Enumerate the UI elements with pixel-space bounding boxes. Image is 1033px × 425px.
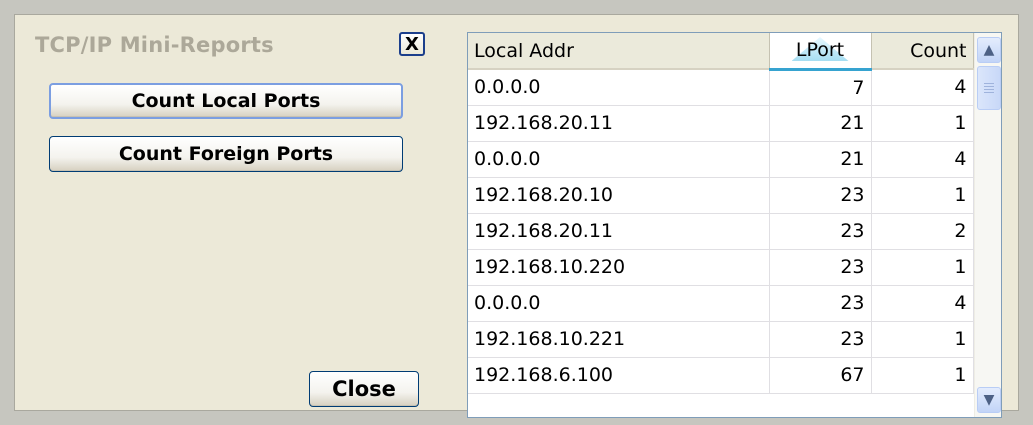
cell-local-addr: 192.168.20.10 (468, 177, 770, 214)
column-header-local-addr[interactable]: Local Addr (468, 33, 770, 70)
cell-local-addr: 192.168.10.220 (468, 249, 770, 286)
close-button[interactable]: Close (309, 371, 419, 407)
table-row[interactable]: 0.0.0.0 7 4 (468, 69, 974, 106)
column-header-count[interactable]: Count (871, 33, 974, 70)
table-row[interactable]: 192.168.20.11 23 2 (468, 213, 974, 250)
count-foreign-ports-button[interactable]: Count Foreign Ports (49, 136, 403, 172)
cell-count: 1 (871, 177, 974, 214)
count-local-ports-button[interactable]: Count Local Ports (49, 83, 403, 119)
ports-grid[interactable]: Local Addr LPort Count 0.0.0.0 7 4 192.168.… (467, 32, 1002, 418)
table-row[interactable]: 0.0.0.0 21 4 (468, 141, 974, 178)
table-row[interactable]: 0.0.0.0 23 4 (468, 285, 974, 322)
chevron-up-icon[interactable]: ▲ (977, 37, 1001, 63)
vertical-scrollbar[interactable]: ▲ ▼ (974, 33, 1001, 417)
table-row[interactable]: 192.168.10.221 23 1 (468, 321, 974, 358)
cell-local-addr: 192.168.10.221 (468, 321, 770, 358)
cell-count: 1 (871, 321, 974, 358)
chevron-down-icon[interactable]: ▼ (977, 387, 1001, 413)
table-row[interactable]: 192.168.6.100 67 1 (468, 357, 974, 394)
cell-local-addr: 0.0.0.0 (468, 141, 770, 178)
cell-count: 1 (871, 105, 974, 142)
cell-lport: 23 (769, 321, 872, 358)
cell-lport: 23 (769, 249, 872, 286)
mini-reports-panel: TCP/IP Mini-Reports X Count Local Ports … (14, 14, 1019, 418)
cell-lport: 21 (769, 141, 872, 178)
cell-lport: 23 (769, 213, 872, 250)
scroll-thumb[interactable] (977, 66, 1001, 110)
panel-title: TCP/IP Mini-Reports (35, 33, 274, 57)
cell-local-addr: 192.168.20.11 (468, 105, 770, 142)
cell-lport: 21 (769, 105, 872, 142)
cell-count: 1 (871, 357, 974, 394)
grip-icon (984, 83, 994, 93)
cell-count: 4 (871, 69, 974, 106)
close-x-button[interactable]: X (399, 32, 425, 56)
cell-count: 1 (871, 249, 974, 286)
window-frame: TCP/IP Mini-Reports X Count Local Ports … (0, 0, 1033, 425)
header-row: Local Addr LPort Count (468, 33, 974, 71)
cell-count: 2 (871, 213, 974, 250)
cell-local-addr: 192.168.6.100 (468, 357, 770, 394)
column-header-lport[interactable]: LPort (769, 33, 872, 71)
ports-table: Local Addr LPort Count 0.0.0.0 7 4 192.168.… (468, 33, 974, 394)
cell-local-addr: 0.0.0.0 (468, 69, 770, 106)
cell-local-addr: 192.168.20.11 (468, 213, 770, 250)
column-header-lport-label: LPort (795, 39, 845, 62)
table-row[interactable]: 192.168.20.11 21 1 (468, 105, 974, 142)
cell-lport: 23 (769, 177, 872, 214)
table-row[interactable]: 192.168.10.220 23 1 (468, 249, 974, 286)
cell-lport: 23 (769, 285, 872, 322)
cell-count: 4 (871, 285, 974, 322)
cell-local-addr: 0.0.0.0 (468, 285, 770, 322)
cell-count: 4 (871, 141, 974, 178)
table-row[interactable]: 192.168.20.10 23 1 (468, 177, 974, 214)
cell-lport: 7 (769, 69, 872, 106)
cell-lport: 67 (769, 357, 872, 394)
